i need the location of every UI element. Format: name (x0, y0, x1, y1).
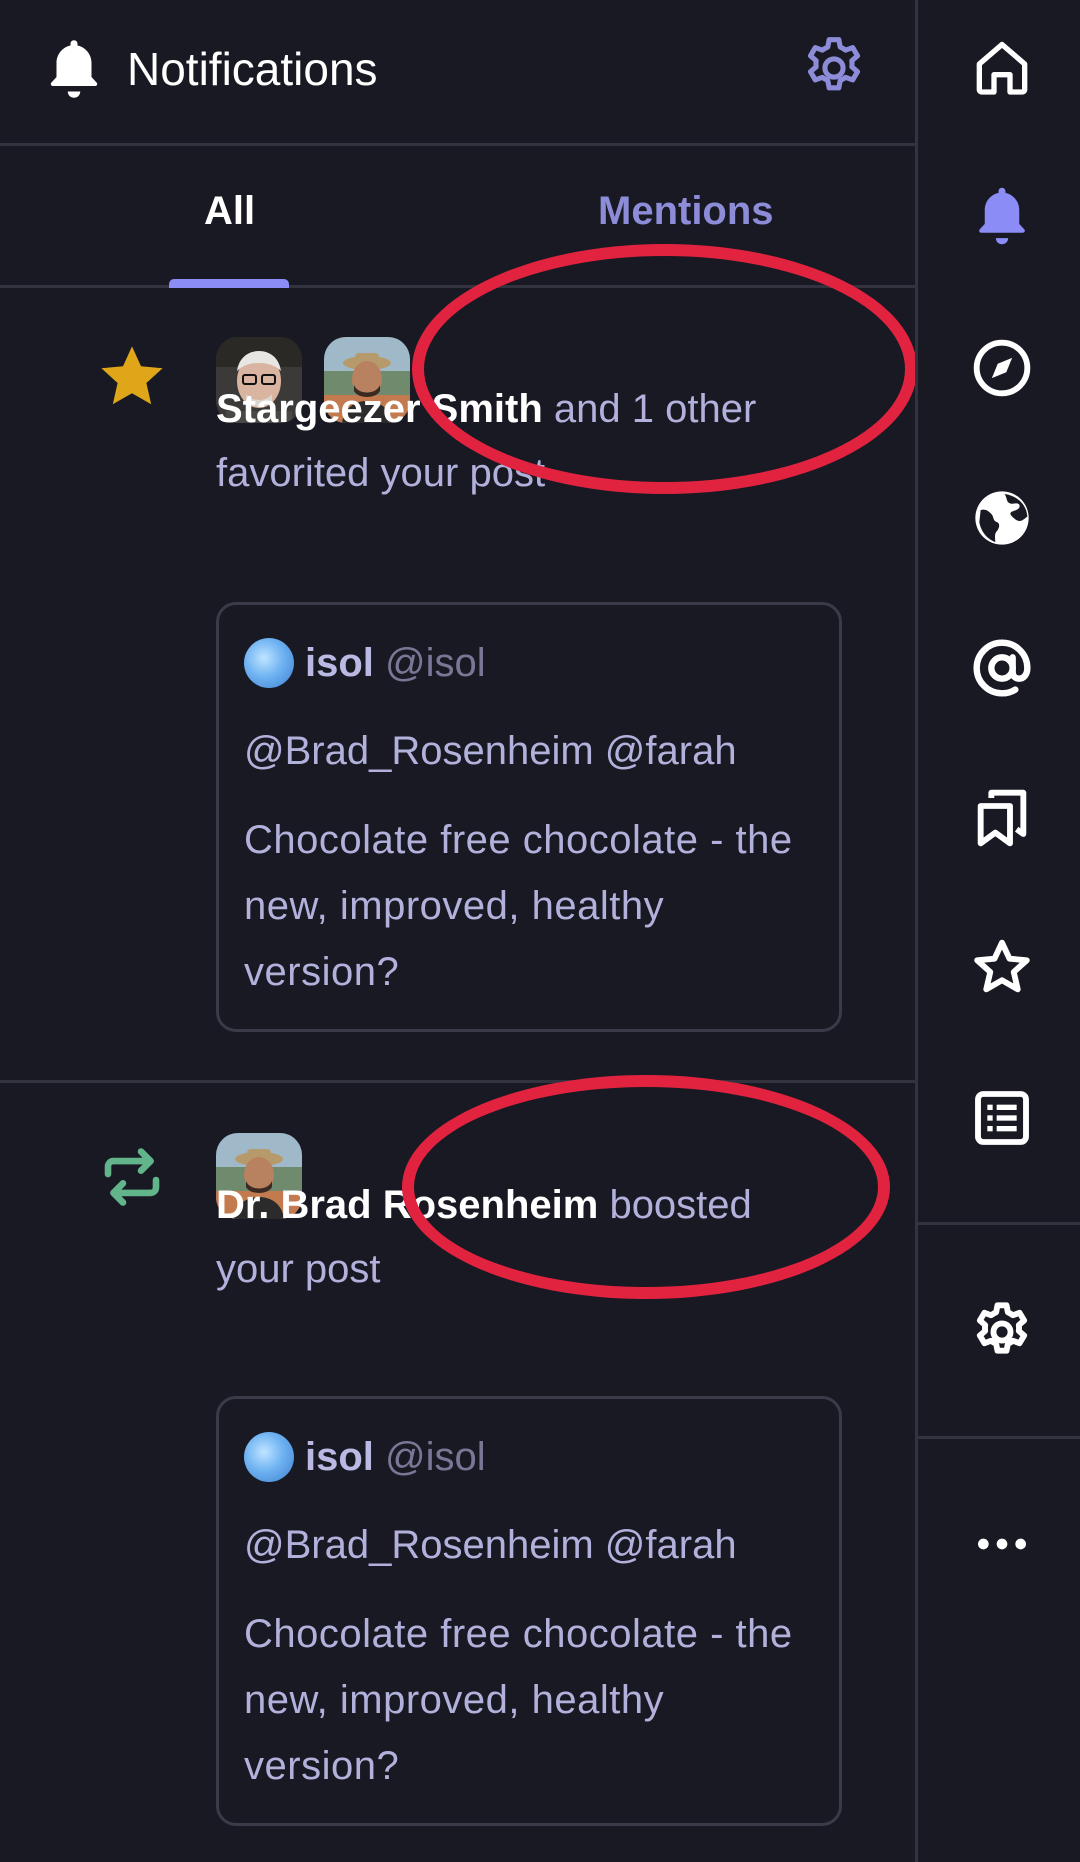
post-username: @isol (385, 1435, 486, 1479)
post-card[interactable]: isol @isol @Brad_Rosenheim @farah Chocol… (216, 602, 842, 1032)
post-username: @isol (385, 641, 486, 685)
star-icon (96, 341, 168, 413)
bookmarks-icon[interactable] (970, 786, 1034, 850)
active-tab-indicator (169, 279, 289, 288)
boost-icon (96, 1141, 168, 1213)
action-text-line2: favorited your post (216, 451, 546, 495)
notification-item[interactable]: Stargeezer Smith and 1 other favorited y… (0, 291, 915, 1083)
home-icon[interactable] (970, 36, 1034, 100)
navigation-rail (915, 0, 1080, 1862)
post-display-name: isol (305, 1435, 374, 1479)
actor-name[interactable]: Stargeezer Smith (216, 387, 543, 431)
post-account[interactable]: isol @isol (305, 1429, 486, 1485)
avatar[interactable] (244, 638, 294, 688)
post-mentions[interactable]: @Brad_Rosenheim @farah (244, 723, 737, 779)
post-text: Chocolate free chocolate - the new, impr… (244, 1612, 793, 1788)
action-text-line2: your post (216, 1247, 381, 1291)
gear-icon[interactable] (800, 34, 868, 102)
post-text: Chocolate free chocolate - the new, impr… (244, 818, 793, 994)
post-display-name: isol (305, 641, 374, 685)
star-icon[interactable] (970, 936, 1034, 1000)
globe-icon[interactable] (970, 486, 1034, 550)
more-icon[interactable] (970, 1512, 1034, 1576)
tab-mentions[interactable]: Mentions (598, 186, 774, 236)
gear-icon[interactable] (970, 1300, 1034, 1364)
list-icon[interactable] (970, 1086, 1034, 1150)
action-text: and 1 other (542, 387, 757, 431)
rail-divider (918, 1222, 1080, 1225)
action-text: boosted (598, 1183, 752, 1227)
bell-icon (44, 36, 104, 102)
bell-icon[interactable] (970, 184, 1034, 248)
notification-item[interactable]: Dr. Brad Rosenheim boosted your post iso… (0, 1083, 915, 1862)
compass-icon[interactable] (970, 336, 1034, 400)
tab-bar: All Mentions (0, 146, 915, 288)
avatar[interactable] (244, 1432, 294, 1482)
notification-text: Dr. Brad Rosenheim boosted your post (216, 1173, 836, 1301)
notifications-column: Notifications All Mentions Stargeezer Sm… (0, 0, 915, 1862)
page-title: Notifications (127, 43, 378, 95)
rail-divider (918, 1436, 1080, 1439)
at-icon[interactable] (970, 636, 1034, 700)
notification-text: Stargeezer Smith and 1 other favorited y… (216, 377, 836, 505)
post-mentions[interactable]: @Brad_Rosenheim @farah (244, 1517, 737, 1573)
post-card[interactable]: isol @isol @Brad_Rosenheim @farah Chocol… (216, 1396, 842, 1826)
column-header: Notifications (0, 0, 915, 146)
post-account[interactable]: isol @isol (305, 635, 486, 691)
actor-name[interactable]: Dr. Brad Rosenheim (216, 1183, 598, 1227)
tab-all[interactable]: All (204, 186, 255, 236)
